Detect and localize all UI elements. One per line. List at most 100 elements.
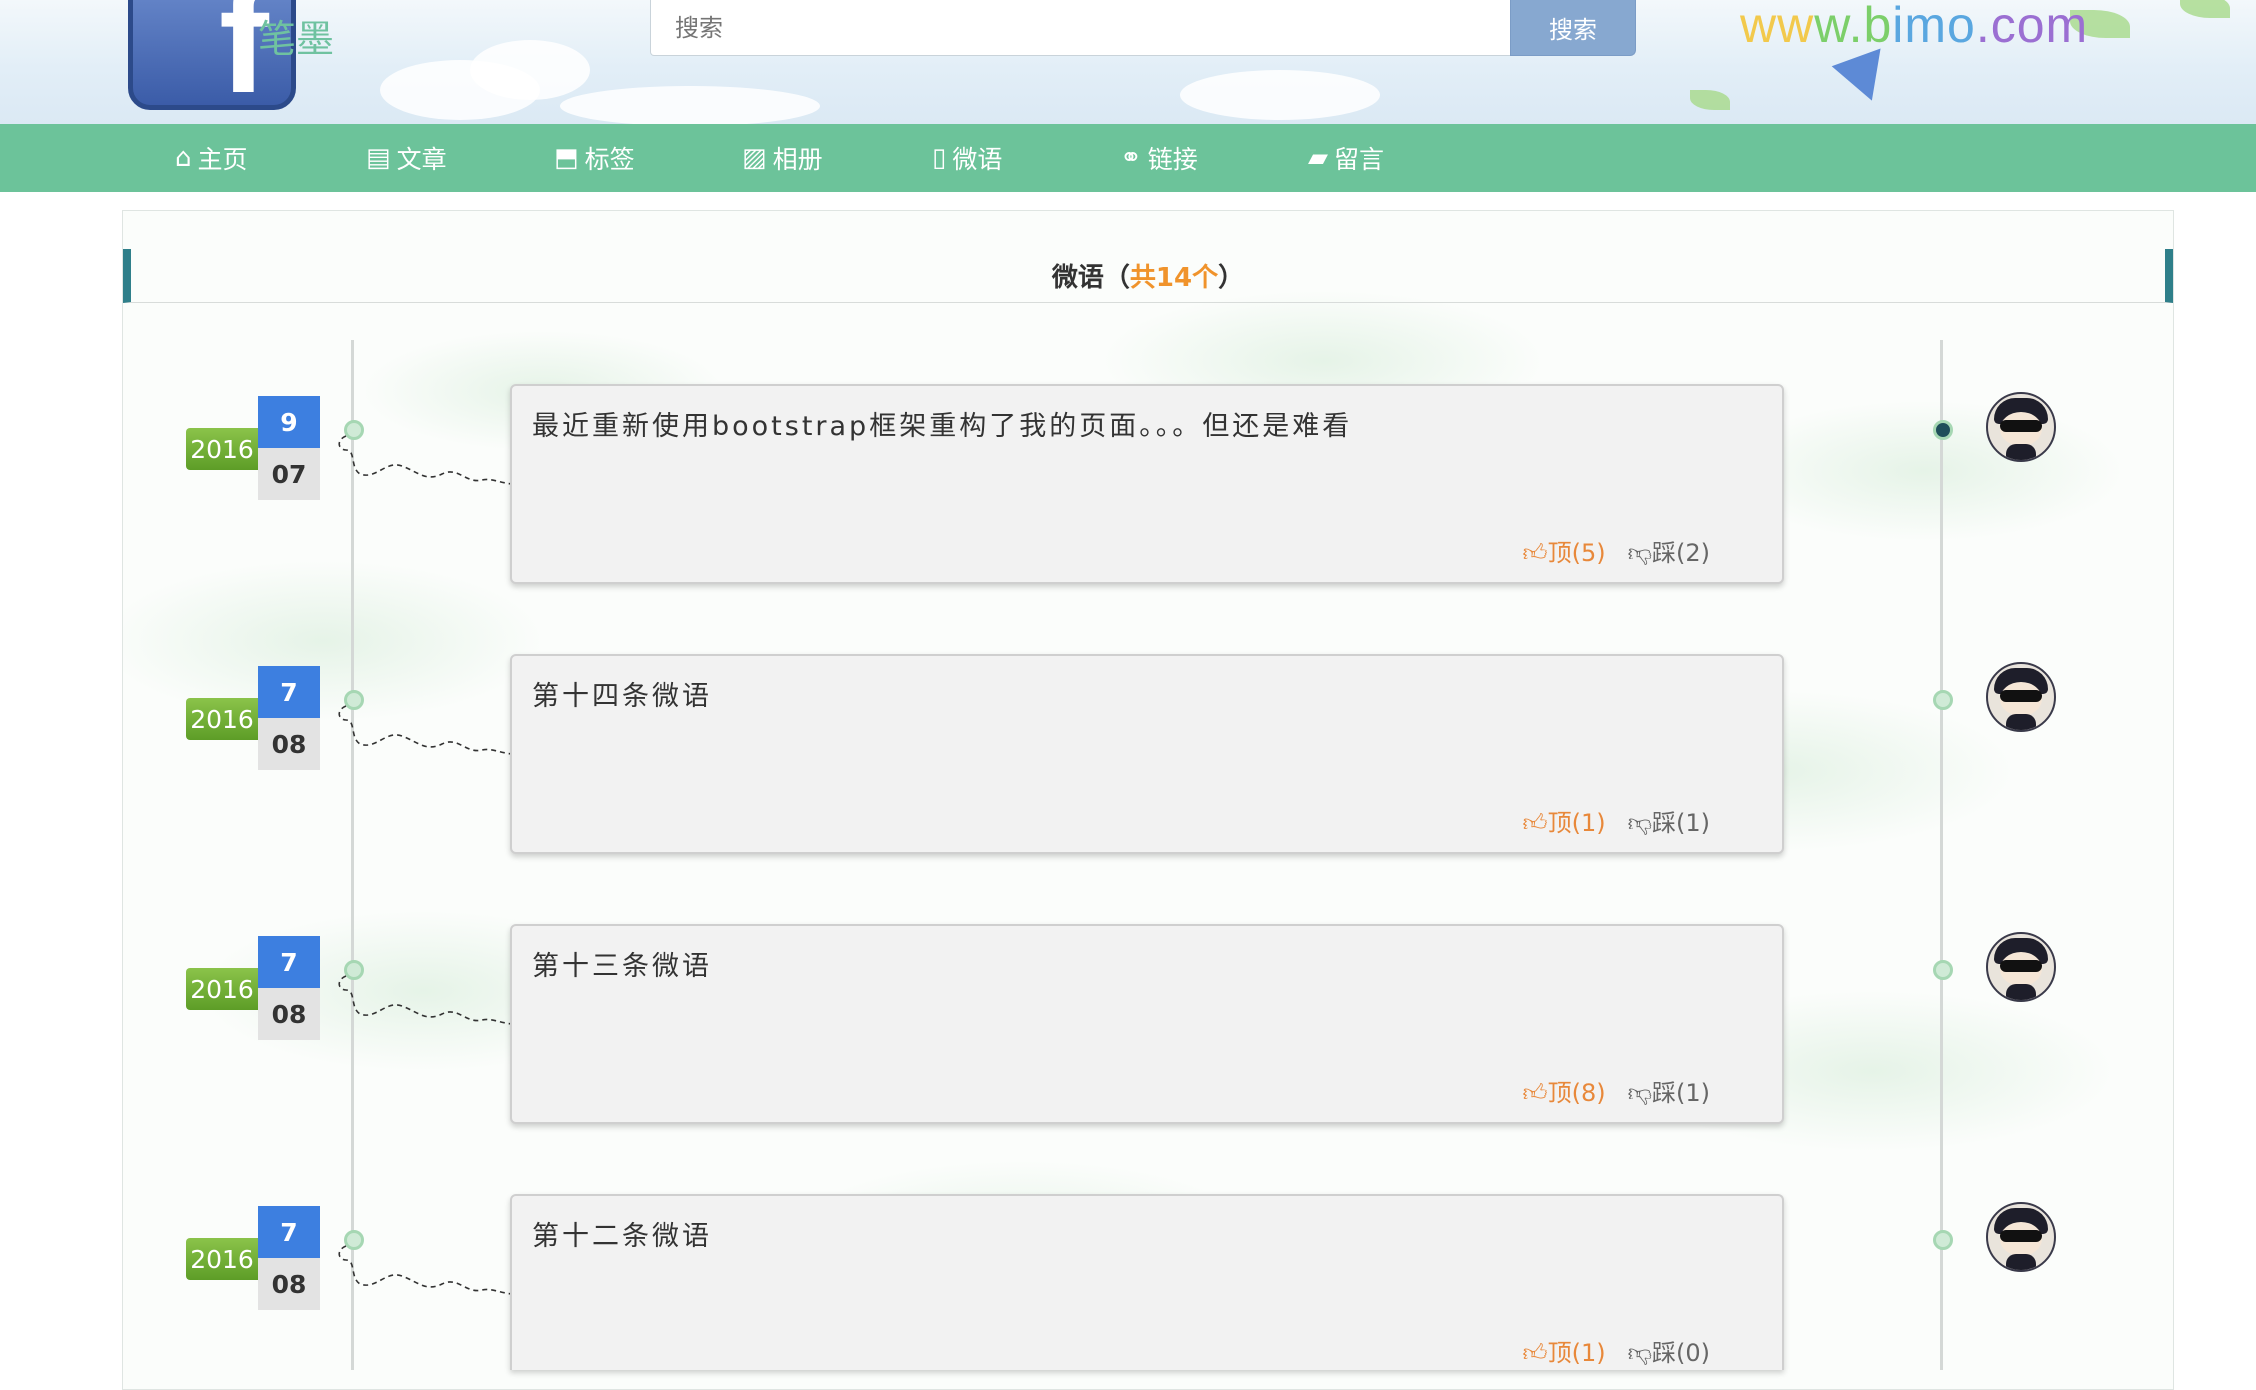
panel-title-paren: （	[1103, 263, 1130, 293]
panel-title-paren: ）	[1218, 263, 1245, 293]
downvote-label: 踩(2)	[1652, 539, 1710, 567]
home-icon: ⌂	[175, 143, 192, 173]
avatar[interactable]	[1986, 932, 2056, 1002]
site-url-part: .com	[1975, 0, 2089, 53]
timeline-node	[1933, 960, 1953, 980]
thumbs-up-icon: 👍︎	[1522, 539, 1548, 567]
nav-item-label: 留言	[1334, 145, 1385, 174]
month-badge: 7	[258, 666, 320, 718]
post-count: 共14个	[1129, 263, 1219, 293]
connector-line	[338, 975, 513, 1025]
logo-text: 笔墨	[258, 17, 335, 61]
main-nav: ⌂ 主页 ▤ 文章 ⬒ 标签 ▨ 相册 ▯ 微语 ⚭ 链接 ▰ 留言	[0, 124, 2256, 192]
picture-icon: ▨	[742, 143, 767, 173]
downvote-button[interactable]: 👎︎踩(2)	[1628, 533, 1710, 568]
micropost-text: 最近重新使用bootstrap框架重构了我的页面。。。但还是难看	[532, 411, 1353, 442]
micropost-text: 第十四条微语	[532, 681, 712, 712]
header-banner: f 笔墨 搜索 www.bimo.com	[0, 0, 2256, 124]
micropost-text: 第十二条微语	[532, 1221, 712, 1252]
year-badge: 2016	[186, 968, 258, 1010]
list-icon: ▤	[366, 143, 391, 173]
connector-line	[338, 1245, 513, 1295]
day-badge: 08	[258, 1258, 320, 1310]
upvote-label: 顶(1)	[1547, 1339, 1606, 1367]
nav-item-microposts[interactable]: ▯ 微语	[932, 124, 1002, 192]
nav-item-album[interactable]: ▨ 相册	[742, 124, 823, 192]
nav-item-label: 微语	[952, 145, 1003, 174]
upvote-label: 顶(5)	[1547, 539, 1606, 567]
panel-title-text: 微语	[1051, 263, 1104, 293]
site-url-part: ww	[1740, 0, 1815, 53]
timeline-entry: 2016 7 08 第十四条微语 👍︎顶(1) 👎︎踩(1)	[0, 644, 2256, 854]
timeline-entry: 2016 7 08 第十二条微语 👍︎顶(1) 👎︎踩(0)	[0, 1184, 2256, 1384]
site-url-logo: www.bimo.com	[1740, 0, 2088, 54]
timeline-node-active	[1933, 420, 1953, 440]
downvote-label: 踩(1)	[1652, 809, 1710, 837]
upvote-button[interactable]: 👍︎顶(5)	[1523, 533, 1606, 568]
micropost-card: 第十三条微语 👍︎顶(8) 👎︎踩(1)	[510, 924, 1784, 1124]
nav-item-links[interactable]: ⚭ 链接	[1120, 124, 1198, 192]
micropost-card: 第十四条微语 👍︎顶(1) 👎︎踩(1)	[510, 654, 1784, 854]
comment-icon: ▰	[1308, 143, 1328, 173]
paper-plane-icon	[1831, 48, 1897, 110]
micropost-card: 最近重新使用bootstrap框架重构了我的页面。。。但还是难看 👍︎顶(5) …	[510, 384, 1784, 584]
avatar[interactable]	[1986, 1202, 2056, 1272]
downvote-label: 踩(0)	[1652, 1339, 1710, 1367]
book-icon: ▯	[932, 143, 947, 173]
day-badge: 08	[258, 988, 320, 1040]
year-badge: 2016	[186, 1238, 258, 1280]
upvote-button[interactable]: 👍︎顶(1)	[1523, 803, 1606, 838]
nav-item-label: 标签	[584, 145, 635, 174]
vote-group: 👍︎顶(1) 👎︎踩(0)	[1523, 1333, 1710, 1368]
nav-item-tags[interactable]: ⬒ 标签	[554, 124, 635, 192]
upvote-label: 顶(1)	[1547, 809, 1606, 837]
nav-item-guestbook[interactable]: ▰ 留言	[1308, 124, 1384, 192]
avatar[interactable]	[1986, 662, 2056, 732]
micropost-card: 第十二条微语 👍︎顶(1) 👎︎踩(0)	[510, 1194, 1784, 1370]
link-icon: ⚭	[1120, 143, 1142, 173]
site-url-part: imo	[1892, 0, 1976, 53]
timeline-entry: 2016 9 07 最近重新使用bootstrap框架重构了我的页面。。。但还是…	[0, 374, 2256, 584]
tags-icon: ⬒	[554, 143, 579, 173]
downvote-button[interactable]: 👎︎踩(0)	[1628, 1333, 1710, 1368]
downvote-button[interactable]: 👎︎踩(1)	[1628, 803, 1710, 838]
thumbs-down-icon: 👎︎	[1627, 809, 1652, 837]
timeline-entry: 2016 7 08 第十三条微语 👍︎顶(8) 👎︎踩(1)	[0, 914, 2256, 1124]
thumbs-up-icon: 👍︎	[1522, 1079, 1548, 1107]
panel-title: 微语（共14个）	[123, 249, 2173, 303]
nav-item-label: 主页	[197, 145, 248, 174]
downvote-label: 踩(1)	[1652, 1079, 1710, 1107]
year-badge: 2016	[186, 698, 258, 740]
thumbs-down-icon: 👎︎	[1627, 1079, 1652, 1107]
month-badge: 7	[258, 1206, 320, 1258]
year-badge: 2016	[186, 428, 258, 470]
connector-line	[338, 435, 513, 485]
upvote-button[interactable]: 👍︎顶(8)	[1523, 1073, 1606, 1108]
downvote-button[interactable]: 👎︎踩(1)	[1628, 1073, 1710, 1108]
thumbs-up-icon: 👍︎	[1522, 1339, 1548, 1367]
month-badge: 7	[258, 936, 320, 988]
vote-group: 👍︎顶(1) 👎︎踩(1)	[1523, 803, 1710, 838]
nav-item-label: 文章	[396, 145, 447, 174]
nav-item-label: 相册	[772, 145, 823, 174]
nav-item-articles[interactable]: ▤ 文章	[366, 124, 447, 192]
thumbs-down-icon: 👎︎	[1627, 1339, 1652, 1367]
vote-group: 👍︎顶(5) 👎︎踩(2)	[1523, 533, 1710, 568]
vote-group: 👍︎顶(8) 👎︎踩(1)	[1523, 1073, 1710, 1108]
site-url-part: w.b	[1814, 0, 1893, 53]
connector-line	[338, 705, 513, 755]
upvote-button[interactable]: 👍︎顶(1)	[1523, 1333, 1606, 1368]
search-button[interactable]: 搜索	[1510, 0, 1636, 56]
thumbs-down-icon: 👎︎	[1627, 539, 1652, 567]
month-badge: 9	[258, 396, 320, 448]
day-badge: 07	[258, 448, 320, 500]
nav-item-home[interactable]: ⌂ 主页	[175, 124, 248, 192]
thumbs-up-icon: 👍︎	[1522, 809, 1548, 837]
upvote-label: 顶(8)	[1547, 1079, 1606, 1107]
search-input[interactable]	[650, 0, 1512, 56]
day-badge: 08	[258, 718, 320, 770]
nav-item-label: 链接	[1147, 145, 1198, 174]
micropost-text: 第十三条微语	[532, 951, 712, 982]
avatar[interactable]	[1986, 392, 2056, 462]
timeline-node	[1933, 1230, 1953, 1250]
